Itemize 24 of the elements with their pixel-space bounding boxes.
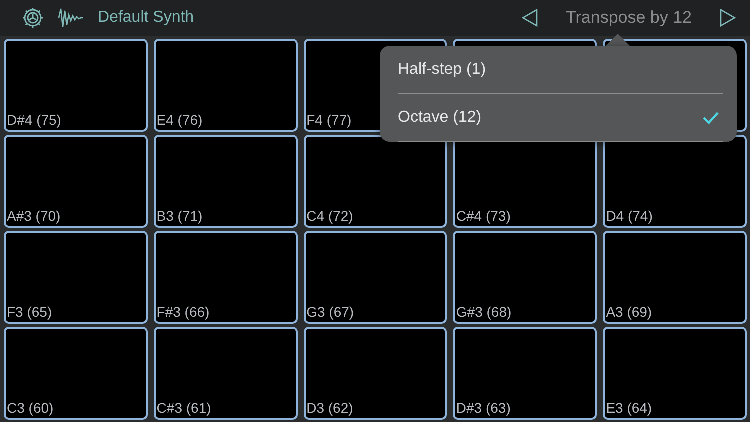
pad[interactable]: A#3 (70) [4, 135, 148, 228]
settings-icon[interactable] [22, 7, 44, 29]
pad[interactable]: C3 (60) [4, 327, 148, 420]
previous-arrow-icon[interactable] [522, 9, 538, 27]
synth-name[interactable]: Default Synth [98, 9, 194, 27]
pad[interactable]: B3 (71) [154, 135, 298, 228]
pad[interactable]: D#3 (63) [453, 327, 598, 420]
pad[interactable]: F#3 (66) [154, 231, 298, 324]
next-arrow-icon[interactable] [720, 9, 736, 27]
waveform-icon[interactable] [58, 7, 84, 29]
pad[interactable]: E4 (76) [154, 39, 298, 132]
pad[interactable]: D3 (62) [304, 327, 448, 420]
pad[interactable]: C4 (72) [304, 135, 448, 228]
pad[interactable]: C#3 (61) [154, 327, 298, 420]
pad[interactable]: D#4 (75) [4, 39, 148, 132]
pad[interactable]: E3 (64) [603, 327, 747, 420]
pad[interactable]: G3 (67) [304, 231, 448, 324]
menu-item[interactable]: Half-step (1) [398, 46, 723, 94]
pad[interactable]: A3 (69) [603, 231, 747, 324]
pad[interactable]: F3 (65) [4, 231, 148, 324]
menu-item[interactable]: Octave (12) [398, 94, 723, 142]
pad[interactable]: D4 (74) [603, 135, 747, 228]
transpose-label[interactable]: Transpose by 12 [566, 8, 692, 28]
pad[interactable]: G#3 (68) [453, 231, 598, 324]
